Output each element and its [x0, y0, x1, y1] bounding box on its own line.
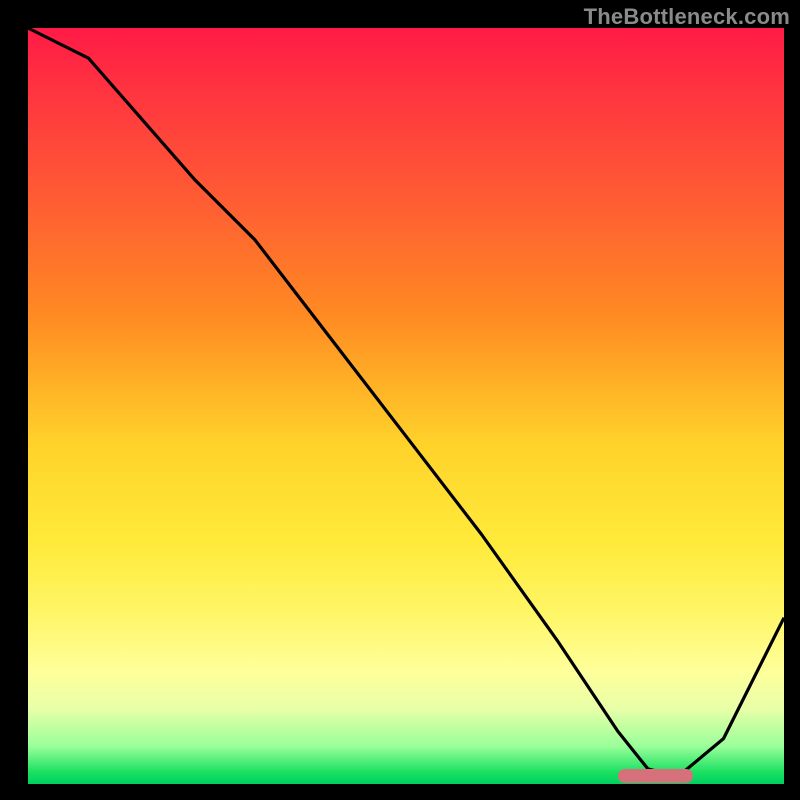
chart-frame: TheBottleneck.com — [0, 0, 800, 800]
curve-svg — [28, 28, 784, 784]
watermark-text: TheBottleneck.com — [584, 4, 790, 30]
optimal-range-marker — [618, 769, 694, 783]
plot-area — [28, 28, 784, 784]
bottleneck-curve — [28, 28, 784, 776]
